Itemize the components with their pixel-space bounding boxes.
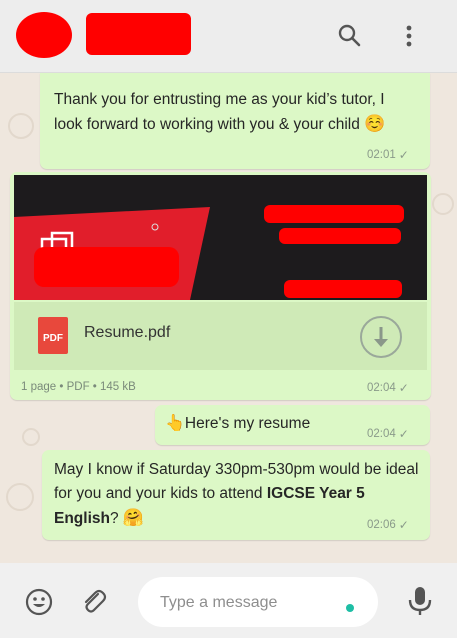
input-indicator-dot bbox=[346, 604, 354, 612]
pdf-icon-label: PDF bbox=[43, 333, 63, 344]
document-meta: 1 page • PDF • 145 kB bbox=[21, 381, 136, 393]
attach-icon[interactable] bbox=[78, 586, 108, 616]
message-time: 02:04 bbox=[367, 428, 396, 440]
message-time: 02:06 bbox=[367, 519, 396, 531]
document-filename[interactable]: Resume.pdf bbox=[84, 324, 170, 342]
hugging-emoji: 🤗 bbox=[122, 508, 145, 527]
pointing-up-emoji: 👆 bbox=[165, 415, 185, 432]
redaction-mark bbox=[279, 228, 401, 244]
sent-check-icon: ✓ bbox=[398, 148, 409, 162]
sent-check-icon: ✓ bbox=[398, 381, 409, 395]
mic-icon[interactable] bbox=[406, 585, 434, 617]
redaction-mark bbox=[34, 247, 179, 287]
wallpaper-doodle bbox=[8, 113, 34, 139]
message-text: Thank you for entrusting me as your kid’… bbox=[54, 88, 416, 137]
message-meta: 02:01 ✓ bbox=[367, 148, 409, 162]
more-vertical-icon[interactable] bbox=[395, 22, 423, 50]
wallpaper-doodle bbox=[432, 193, 454, 215]
smiling-emoji: ☺️ bbox=[364, 114, 386, 133]
message-input[interactable] bbox=[158, 590, 332, 616]
sent-check-icon: ✓ bbox=[398, 427, 409, 441]
message-time: 02:01 bbox=[367, 149, 396, 161]
document-preview-image bbox=[14, 175, 427, 300]
contact-avatar-redacted[interactable] bbox=[16, 12, 72, 58]
message-text: 👆Here's my resume bbox=[165, 412, 310, 436]
wallpaper-doodle bbox=[22, 428, 40, 446]
redaction-mark bbox=[264, 205, 404, 223]
chat-header bbox=[0, 0, 457, 73]
contact-name-redacted[interactable] bbox=[86, 13, 191, 55]
message-input-box[interactable] bbox=[138, 577, 378, 627]
message-meta: 02:06 ✓ bbox=[367, 518, 409, 532]
message-text-content: Thank you for entrusting me as your kid’… bbox=[54, 91, 385, 133]
pdf-file-icon: PDF bbox=[38, 317, 68, 354]
document-preview[interactable] bbox=[14, 175, 427, 300]
redaction-mark bbox=[284, 280, 402, 298]
sent-check-icon: ✓ bbox=[398, 518, 409, 532]
message-meta: 02:04 ✓ bbox=[367, 427, 409, 441]
download-icon[interactable] bbox=[360, 316, 402, 358]
composer-bar bbox=[0, 563, 457, 638]
search-icon[interactable] bbox=[336, 22, 364, 50]
message-text-content: Here's my resume bbox=[184, 415, 311, 432]
message-time: 02:04 bbox=[367, 382, 396, 394]
message-meta: 02:04 ✓ bbox=[367, 381, 409, 395]
wallpaper-doodle bbox=[6, 483, 34, 511]
emoji-icon[interactable] bbox=[24, 587, 54, 617]
message-text-suffix: ? bbox=[109, 510, 119, 527]
